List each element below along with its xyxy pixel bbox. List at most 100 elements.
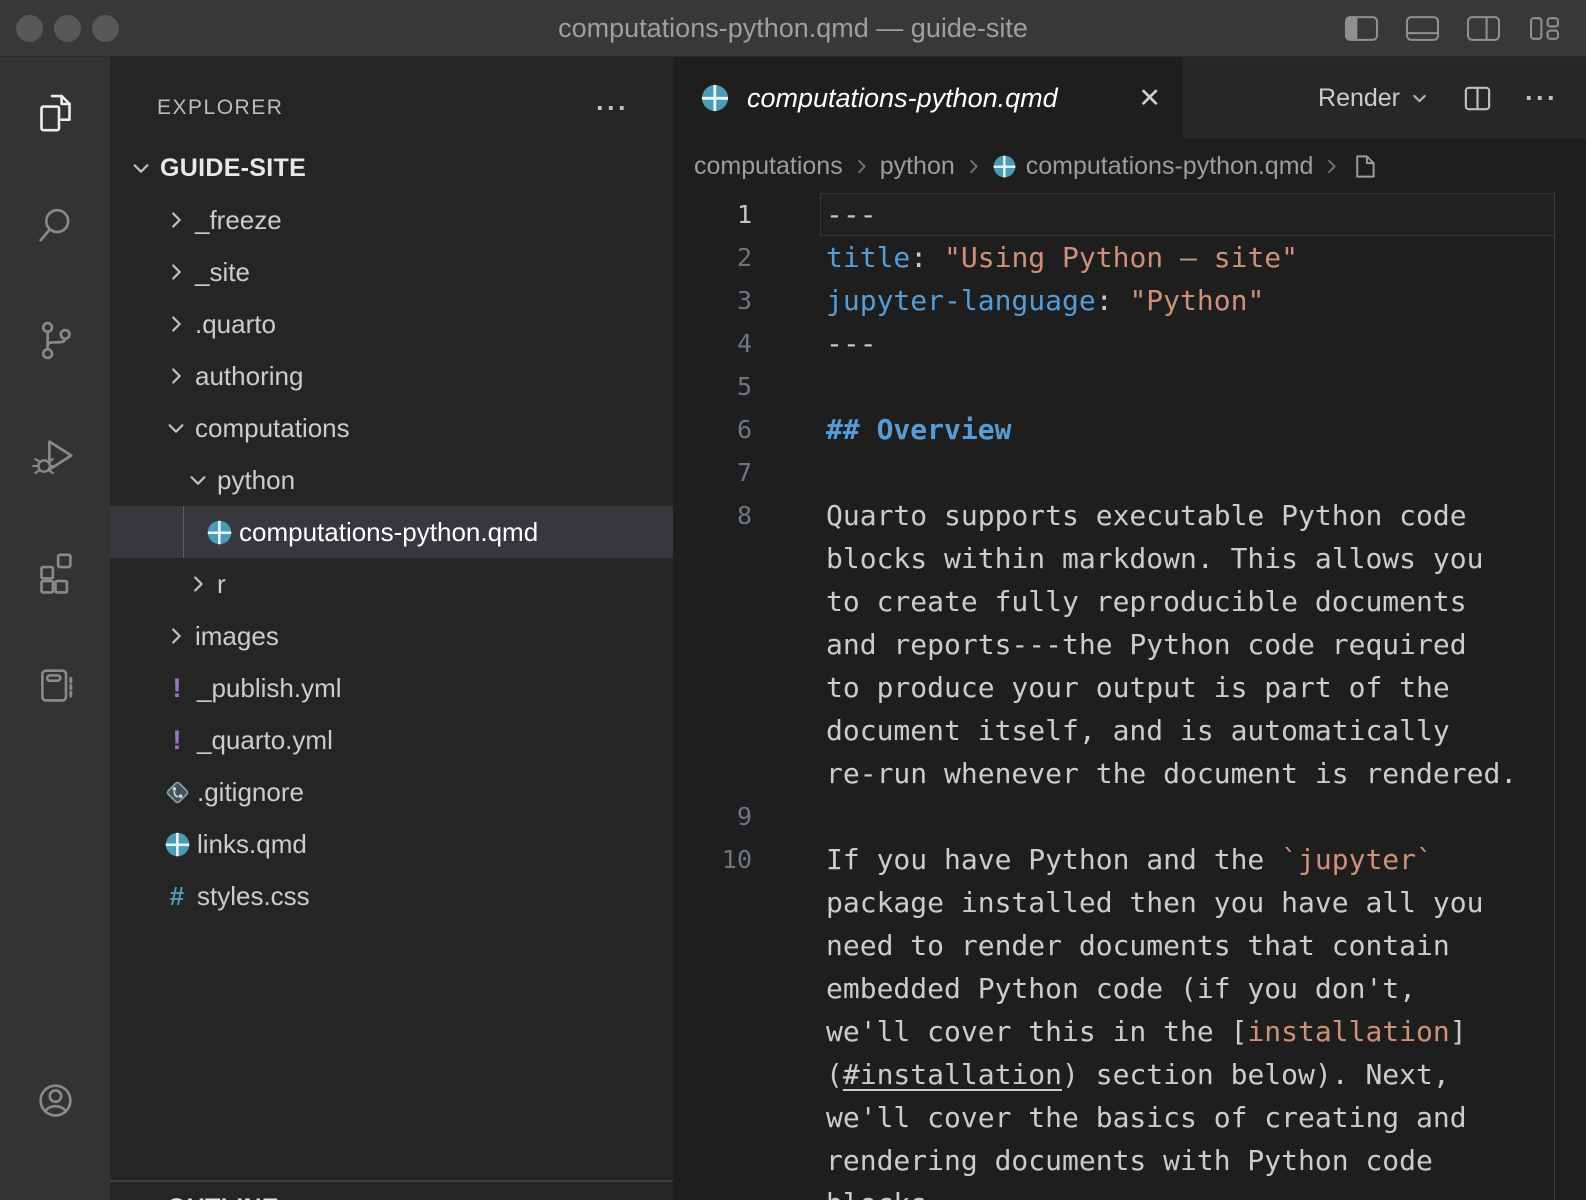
zoom-window-button[interactable] <box>92 15 119 42</box>
activity-bar-item-account[interactable] <box>0 1072 110 1128</box>
quarto-icon <box>202 515 236 549</box>
outline-section-header[interactable]: OUTLINE <box>110 1180 673 1200</box>
render-button[interactable]: Render <box>1318 84 1430 113</box>
toggle-panel-icon[interactable] <box>1403 13 1442 44</box>
tree-item-publish-yml[interactable]: !_publish.yml <box>110 662 673 714</box>
window-controls <box>16 0 119 56</box>
breadcrumb-item-file[interactable]: computations-python.qmd <box>1026 152 1314 181</box>
line-number: 10 <box>673 845 752 874</box>
sidebar-explorer: EXPLORER ··· GUIDE-SITE_freeze_site.quar… <box>110 57 673 1200</box>
activity-bar-item-run-and-debug[interactable] <box>0 427 110 483</box>
code-line-9: 9 <box>673 795 1586 838</box>
gear-icon <box>31 1183 80 1200</box>
yaml-icon: ! <box>160 671 194 705</box>
breadcrumb-item-python[interactable]: python <box>880 152 955 181</box>
tree-item-label: authoring <box>195 361 303 392</box>
activity-bar-item-settings[interactable] <box>0 1179 110 1200</box>
activity-bar-item-notebook[interactable] <box>0 657 110 713</box>
tree-item-label: .gitignore <box>197 777 304 808</box>
tree-item-freeze[interactable]: _freeze <box>110 194 673 246</box>
tree-item-computations-python-qmd[interactable]: computations-python.qmd <box>110 506 673 558</box>
tree-item-label: computations-python.qmd <box>239 517 538 548</box>
code-line-wrap: to create fully reproducible documents <box>673 580 1586 623</box>
tree-item-label: computations <box>195 413 350 444</box>
code-line-wrap: rendering documents with Python code <box>673 1139 1586 1182</box>
editor-content[interactable]: 1---2title: "Using Python — site"3jupyte… <box>673 193 1586 1200</box>
tree-item-quarto-yml[interactable]: !_quarto.yml <box>110 714 673 766</box>
tree-item-images[interactable]: images <box>110 610 673 662</box>
toggle-primary-sidebar-icon[interactable] <box>1342 13 1381 44</box>
css-icon: # <box>160 879 194 913</box>
tree-item-label: styles.css <box>197 881 310 912</box>
quarto-icon <box>160 827 194 861</box>
activity-bar-item-source-control[interactable] <box>0 312 110 368</box>
tree-item-computations[interactable]: computations <box>110 402 673 454</box>
chevron-down-icon <box>1409 88 1430 109</box>
line-number: 5 <box>673 372 752 401</box>
search-icon <box>31 201 80 250</box>
activity-bar-item-explorer[interactable] <box>0 85 110 141</box>
line-number: 1 <box>673 200 752 229</box>
chevron-right-icon <box>131 1194 163 1200</box>
line-number: 7 <box>673 458 752 487</box>
chevron-right-icon <box>852 157 871 176</box>
source-control-icon <box>31 316 80 365</box>
tree-item-label: python <box>217 465 295 496</box>
tree-item-site[interactable]: _site <box>110 246 673 298</box>
debug-icon <box>31 431 80 480</box>
split-editor-icon[interactable] <box>1462 83 1493 114</box>
editor-more-actions-icon[interactable]: ··· <box>1525 93 1558 103</box>
render-label: Render <box>1318 84 1400 113</box>
account-icon <box>31 1076 80 1125</box>
code-line-wrap: we'll cover this in the [installation] <box>673 1010 1586 1053</box>
tree-item-label: images <box>195 621 279 652</box>
chevron-right-icon <box>160 620 192 652</box>
line-number: 4 <box>673 329 752 358</box>
quarto-icon <box>992 154 1017 179</box>
tree-item-guide-site[interactable]: GUIDE-SITE <box>110 142 673 194</box>
breadcrumb: computations python computations-python.… <box>673 139 1586 193</box>
tree-item-quarto[interactable]: .quarto <box>110 298 673 350</box>
line-number: 8 <box>673 501 752 530</box>
notebook-icon <box>31 661 80 710</box>
tree-item-label: links.qmd <box>197 829 307 860</box>
close-tab-icon[interactable]: ✕ <box>1138 83 1161 114</box>
overview-ruler[interactable] <box>1554 193 1555 1200</box>
activity-bar-item-extensions[interactable] <box>0 542 110 598</box>
tree-item-styles-css[interactable]: #styles.css <box>110 870 673 922</box>
minimize-window-button[interactable] <box>54 15 81 42</box>
tree-item-label: .quarto <box>195 309 276 340</box>
editor-actions: Render ··· <box>1318 57 1558 139</box>
file-icon <box>1350 153 1377 180</box>
explorer-more-actions-icon[interactable]: ··· <box>596 103 629 113</box>
code-line-10: 10If you have Python and the `jupyter` <box>673 838 1586 881</box>
code-line-5: 5 <box>673 365 1586 408</box>
tree-item-links-qmd[interactable]: links.qmd <box>110 818 673 870</box>
layout-controls <box>1342 0 1564 56</box>
tab-computations-python-qmd[interactable]: computations-python.qmd ✕ <box>673 57 1183 139</box>
files-icon <box>31 89 80 138</box>
tree-item-gitignore[interactable]: .gitignore <box>110 766 673 818</box>
tree-item-authoring[interactable]: authoring <box>110 350 673 402</box>
activity-bar-item-search[interactable] <box>0 197 110 253</box>
window-title: computations-python.qmd — guide-site <box>558 13 1028 44</box>
vscode-window: computations-python.qmd — guide-site EXP… <box>0 0 1586 1200</box>
code-line-wrap: to produce your output is part of the <box>673 666 1586 709</box>
code-line-wrap: package installed then you have all you <box>673 881 1586 924</box>
toggle-secondary-sidebar-icon[interactable] <box>1464 13 1503 44</box>
close-window-button[interactable] <box>16 15 43 42</box>
code-line-2: 2title: "Using Python — site" <box>673 236 1586 279</box>
code-line-7: 7 <box>673 451 1586 494</box>
customize-layout-icon[interactable] <box>1525 13 1564 44</box>
tree-item-r[interactable]: r <box>110 558 673 610</box>
code-line-4: 4--- <box>673 322 1586 365</box>
editor-group: computations-python.qmd ✕ Render ··· com… <box>673 57 1586 1200</box>
tree-item-label: _publish.yml <box>197 673 342 704</box>
tree-item-python[interactable]: python <box>110 454 673 506</box>
title-bar: computations-python.qmd — guide-site <box>0 0 1586 57</box>
code-line-3: 3jupyter-language: "Python" <box>673 279 1586 322</box>
line-number: 9 <box>673 802 752 831</box>
code-line-wrap: (#installation) section below). Next, <box>673 1053 1586 1096</box>
breadcrumb-item-computations[interactable]: computations <box>694 152 843 181</box>
tree-item-label: GUIDE-SITE <box>160 154 306 183</box>
